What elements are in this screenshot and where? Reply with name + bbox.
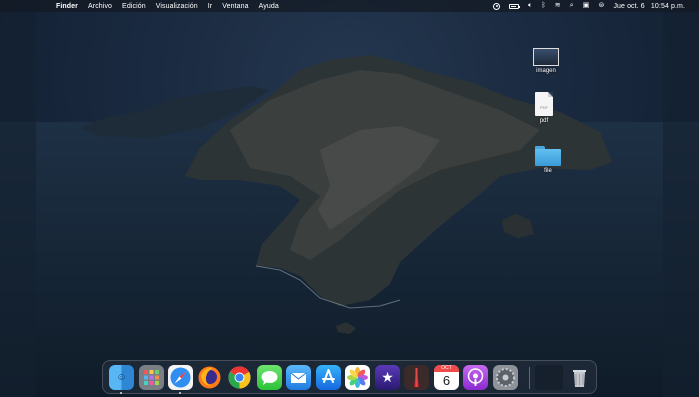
control-center-icon[interactable]: ⊜ bbox=[598, 0, 604, 12]
firefox-icon[interactable] bbox=[197, 365, 222, 390]
chrome-icon[interactable] bbox=[227, 365, 252, 390]
photos-icon[interactable] bbox=[345, 365, 370, 390]
desktop-icon-file[interactable]: file bbox=[528, 146, 568, 174]
desktop-icon-label: file bbox=[544, 168, 552, 174]
user-switcher-icon[interactable]: ▣ bbox=[583, 0, 590, 12]
desktop-icon-label: pdf bbox=[539, 118, 549, 124]
battery-icon[interactable] bbox=[509, 3, 521, 9]
desktop-icon-label: imagen bbox=[536, 68, 556, 74]
mail-icon[interactable] bbox=[286, 365, 311, 390]
menu-visualizacion[interactable]: Visualización bbox=[156, 3, 198, 10]
messages-icon[interactable] bbox=[257, 365, 282, 390]
volume-icon[interactable]: 🔈︎ bbox=[528, 0, 532, 12]
image-thumbnail-icon bbox=[533, 48, 559, 66]
running-indicator bbox=[179, 392, 181, 394]
imovie-icon[interactable]: ★ bbox=[375, 365, 400, 390]
menu-bar-clock[interactable]: Jue oct. 6 10:54 p.m. bbox=[613, 3, 685, 10]
dock: ☺ ★ OCT 6 bbox=[102, 360, 597, 394]
calendar-month: OCT bbox=[434, 365, 459, 372]
desktop-icon-pdf[interactable]: PDF pdf bbox=[524, 92, 564, 124]
launchpad-icon[interactable] bbox=[139, 365, 164, 390]
wallpaper-island bbox=[80, 55, 612, 334]
desktop-wallpaper bbox=[0, 0, 699, 397]
calendar-icon[interactable]: OCT 6 bbox=[434, 365, 459, 390]
menu-edicion[interactable]: Edición bbox=[122, 3, 146, 10]
app-store-icon[interactable] bbox=[316, 365, 341, 390]
menu-bar-right: 🔈︎ ᛒ ≋ ⌕ ▣ ⊜ Jue oct. 6 10:54 p.m. bbox=[493, 0, 685, 12]
running-indicator bbox=[120, 392, 122, 394]
photo-booth-icon[interactable] bbox=[404, 365, 429, 390]
bluetooth-icon[interactable]: ᛒ bbox=[541, 0, 545, 12]
wallpaper-shade-left bbox=[0, 12, 36, 397]
folder-icon bbox=[535, 146, 561, 166]
finder-icon[interactable]: ☺ bbox=[109, 365, 134, 390]
menu-ayuda[interactable]: Ayuda bbox=[259, 3, 279, 10]
podcasts-icon[interactable] bbox=[463, 365, 488, 390]
pdf-document-icon: PDF bbox=[535, 92, 553, 116]
safari-icon[interactable] bbox=[168, 365, 193, 390]
menu-bar-left: Finder Archivo Edición Visualización Ir … bbox=[0, 3, 279, 10]
spotlight-search-icon[interactable]: ⌕ bbox=[570, 0, 574, 12]
menu-archivo[interactable]: Archivo bbox=[88, 3, 112, 10]
system-preferences-icon[interactable] bbox=[493, 365, 518, 390]
wallpaper-shade-right bbox=[663, 12, 699, 397]
menu-app-name[interactable]: Finder bbox=[56, 3, 78, 10]
menu-ventana[interactable]: Ventana bbox=[222, 3, 248, 10]
recent-window-thumbnail[interactable] bbox=[535, 365, 563, 390]
wifi-icon[interactable]: ≋ bbox=[555, 0, 561, 12]
screen-record-icon[interactable] bbox=[493, 2, 501, 10]
menu-bar: Finder Archivo Edición Visualización Ir … bbox=[0, 0, 699, 12]
dock-separator bbox=[529, 367, 530, 389]
desktop-icon-imagen[interactable]: imagen bbox=[526, 48, 566, 74]
menu-ir[interactable]: Ir bbox=[208, 3, 212, 10]
trash-icon[interactable] bbox=[567, 365, 592, 390]
calendar-day: 6 bbox=[442, 373, 451, 388]
